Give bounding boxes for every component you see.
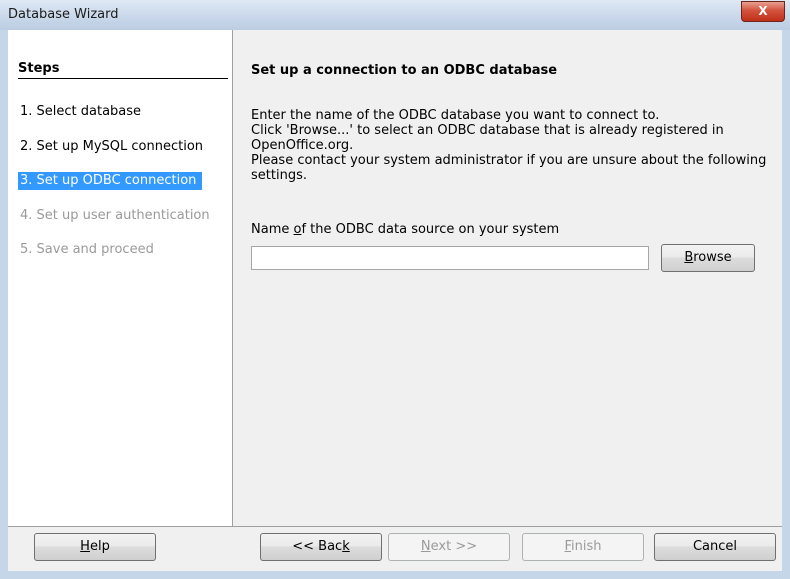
page-heading: Set up a connection to an ODBC database <box>251 63 558 78</box>
browse-button[interactable]: Browse <box>661 244 755 272</box>
cancel-button[interactable]: Cancel <box>654 533 776 561</box>
finish-button: Finish <box>522 533 644 561</box>
steps-divider <box>18 78 228 79</box>
help-button[interactable]: Help <box>34 533 156 561</box>
content-pane: Set up a connection to an ODBC database … <box>233 30 782 526</box>
step-save-and-proceed: 5. Save and proceed <box>20 242 154 257</box>
window-title: Database Wizard <box>8 7 119 22</box>
step-select-database[interactable]: 1. Select database <box>18 103 143 121</box>
close-button[interactable]: X <box>741 1 785 22</box>
description-line-3: Please contact your system administrator… <box>251 153 767 183</box>
close-icon: X <box>758 4 768 18</box>
odbc-source-input[interactable] <box>251 246 649 270</box>
description-text: Enter the name of the ODBC database you … <box>251 108 771 183</box>
step-user-authentication: 4. Set up user authentication <box>20 208 210 223</box>
title-bar: Database Wizard X <box>0 0 790 30</box>
step-odbc-connection[interactable]: 3. Set up ODBC connection <box>18 172 202 190</box>
back-button[interactable]: << Back <box>260 533 382 561</box>
window-frame-left <box>0 30 8 579</box>
steps-pane: Steps 1. Select database 2. Set up MySQL… <box>8 30 233 526</box>
steps-title: Steps <box>18 61 60 76</box>
description-line-1: Enter the name of the ODBC database you … <box>251 108 660 123</box>
footer-divider <box>8 526 782 527</box>
window-frame-right <box>782 30 790 579</box>
next-button: Next >> <box>388 533 510 561</box>
window-frame-bottom <box>0 571 790 579</box>
dialog-client-area: Steps 1. Select database 2. Set up MySQL… <box>8 30 782 571</box>
odbc-source-label: Name of the ODBC data source on your sys… <box>251 222 560 237</box>
step-mysql-connection[interactable]: 2. Set up MySQL connection <box>18 138 205 156</box>
description-line-2: Click 'Browse...' to select an ODBC data… <box>251 123 724 153</box>
